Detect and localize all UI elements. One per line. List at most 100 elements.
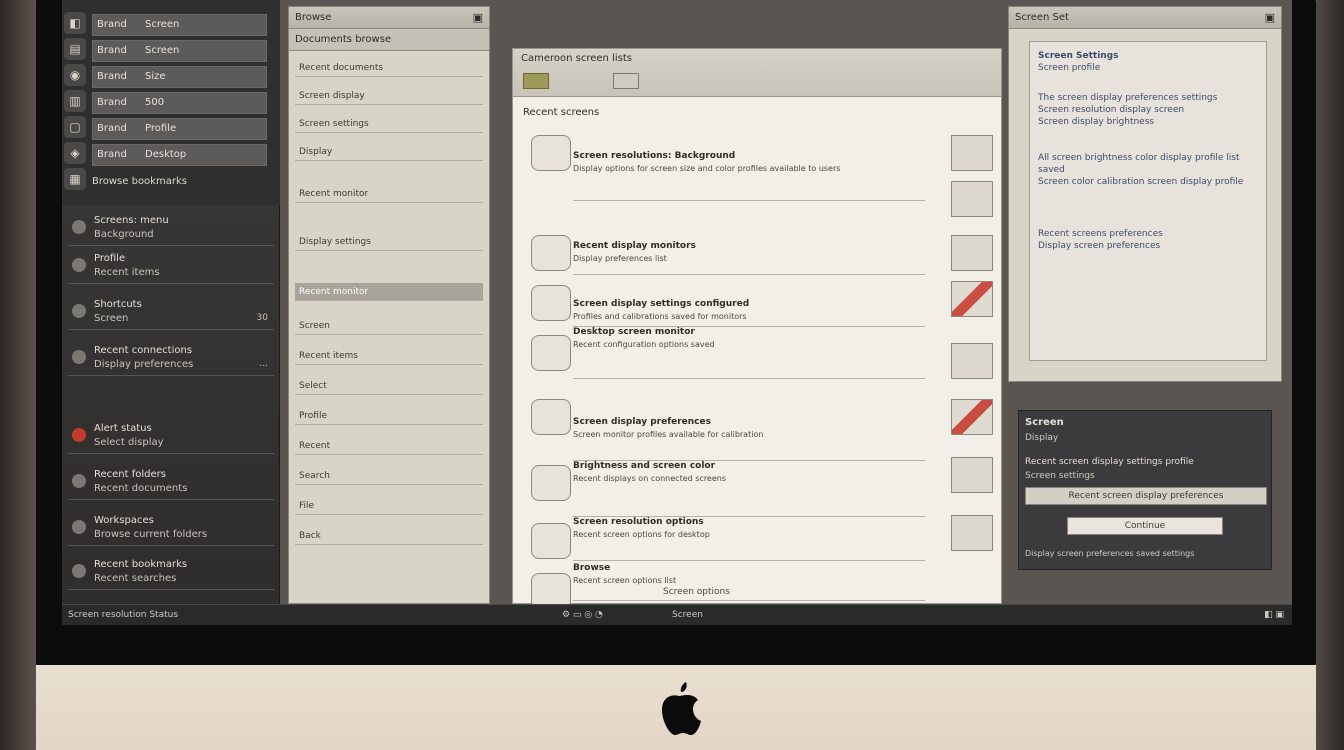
dock-tool-icon[interactable]: ◉	[64, 64, 86, 86]
alert-icon	[72, 428, 86, 442]
close-icon[interactable]: ▣	[1265, 7, 1275, 28]
list-item[interactable]: Screens: menu Background	[68, 212, 274, 246]
list-item[interactable]: Recent	[295, 437, 483, 455]
item-icon	[72, 350, 86, 364]
list-item[interactable]: Recent documents	[295, 59, 483, 77]
left-dock: ◧ ▤ ◉ ▥ ▢ ◈ ▦ Brand Screen Brand Screen Br…	[62, 0, 280, 625]
dock-footer: Browse bookmarks	[92, 176, 187, 187]
dock-row[interactable]: Brand Screen	[92, 14, 267, 36]
list-item[interactable]: Recent bookmarks Recent searches	[68, 556, 274, 590]
item-thumbnail-icon[interactable]	[531, 235, 571, 271]
dock-tool-icon[interactable]: ◈	[64, 142, 86, 164]
table-row[interactable]: Browse Recent screen options list	[573, 563, 925, 601]
dock-row[interactable]: Brand Desktop	[92, 144, 267, 166]
item-thumbnail-icon[interactable]	[531, 285, 571, 321]
list-item[interactable]: Profile Recent items	[68, 250, 274, 284]
dock-row[interactable]: Brand Screen	[92, 40, 267, 62]
taskbar: Screen resolution Status ⚙ ▭ ◎ ◔ Screen …	[62, 604, 1292, 625]
table-row[interactable]: Screen resolutions: Background Display op…	[573, 151, 925, 201]
list-item[interactable]: Recent folders Recent documents	[68, 466, 274, 500]
table-row[interactable]: Brightness and screen color Recent displa…	[573, 461, 925, 517]
taskbar-center-label: Screen	[672, 610, 703, 620]
dock-top: ◧ ▤ ◉ ▥ ▢ ◈ ▦ Brand Screen Brand Screen Br…	[62, 0, 280, 205]
list-item[interactable]: Profile	[295, 407, 483, 425]
dock-row[interactable]: Brand Size	[92, 66, 267, 88]
continue-button[interactable]: Continue	[1067, 517, 1223, 535]
taskbar-left-label: Screen resolution Status	[68, 610, 179, 620]
list-item[interactable]: Search	[295, 467, 483, 485]
toolbar: Cameroon screen lists	[513, 49, 1001, 97]
item-icon	[72, 474, 86, 488]
tray-icons[interactable]: ◧ ▣	[1264, 605, 1284, 625]
list-item[interactable]: Screen	[295, 317, 483, 335]
dock-row[interactable]: Brand 500	[92, 92, 267, 114]
preview-thumbnail-icon[interactable]	[951, 343, 993, 379]
toolbar-title: Cameroon screen lists	[521, 53, 632, 64]
item-icon	[72, 564, 86, 578]
preview-thumbnail-icon[interactable]	[951, 135, 993, 171]
close-icon[interactable]: ▣	[473, 7, 483, 28]
list-item[interactable]: Display	[295, 143, 483, 161]
item-thumbnail-icon[interactable]	[531, 465, 571, 501]
preview-thumbnail-icon[interactable]	[951, 281, 993, 317]
pane-subheader: Documents browse	[289, 29, 489, 51]
dock-tools: ◧ ▤ ◉ ▥ ▢ ◈ ▦	[64, 12, 88, 194]
list-item[interactable]: Select	[295, 377, 483, 395]
list-item[interactable]: Back	[295, 527, 483, 545]
preview-thumbnail-icon[interactable]	[951, 457, 993, 493]
progress-bar: Recent screen display preferences	[1025, 487, 1267, 505]
dock-row[interactable]: Brand Profile	[92, 118, 267, 140]
pane-header: Screen Set ▣	[1009, 7, 1281, 29]
item-thumbnail-icon[interactable]	[531, 523, 571, 559]
apple-logo-icon	[662, 682, 701, 735]
section-header: Recent screens	[523, 107, 600, 118]
dock-tool-icon[interactable]: ▥	[64, 90, 86, 112]
list-item[interactable]: Recent connections Display preferences...	[68, 342, 274, 376]
dock-tool-icon[interactable]: ◧	[64, 12, 86, 34]
table-row[interactable]: Screen display preferences Screen monitor…	[573, 417, 925, 461]
taskbar-icons[interactable]: ⚙ ▭ ◎ ◔	[562, 605, 603, 625]
preview-thumbnail-icon[interactable]	[951, 181, 993, 217]
list-item[interactable]: Workspaces Browse current folders	[68, 512, 274, 546]
item-icon	[72, 520, 86, 534]
pane-header: Browse ▣	[289, 7, 489, 29]
dock-tool-icon[interactable]: ▢	[64, 116, 86, 138]
main-content: Cameroon screen lists Recent screens Scr…	[512, 48, 1002, 609]
settings-content: Screen Settings Screen profile The scree…	[1029, 41, 1267, 361]
preview-thumbnail-icon[interactable]	[951, 235, 993, 271]
screen: ◧ ▤ ◉ ▥ ▢ ◈ ▦ Brand Screen Brand Screen Br…	[62, 0, 1292, 625]
dialog-box: Screen Display Recent screen display set…	[1018, 410, 1272, 570]
list-item[interactable]: Alert status Select display	[68, 420, 274, 454]
item-thumbnail-icon[interactable]	[531, 399, 571, 435]
list-item[interactable]: Shortcuts Screen 30	[68, 296, 274, 330]
list-item[interactable]: File	[295, 497, 483, 515]
right-panel: Screen Set ▣ Screen Settings Screen profi…	[1008, 6, 1282, 382]
table-row[interactable]: Desktop screen monitor Recent configurati…	[573, 327, 925, 379]
item-icon	[72, 304, 86, 318]
list-item[interactable]: Display settings	[295, 233, 483, 251]
item-icon	[72, 258, 86, 272]
item-thumbnail-icon[interactable]	[531, 135, 571, 171]
list-item[interactable]: Recent items	[295, 347, 483, 365]
table-row[interactable]: Recent display monitors Display preferenc…	[573, 241, 925, 275]
item-thumbnail-icon[interactable]	[531, 335, 571, 371]
item-icon	[72, 220, 86, 234]
toolbar-button[interactable]	[523, 73, 549, 89]
status-text: Screen options	[663, 587, 730, 597]
browse-pane: Browse ▣ Documents browse Recent document…	[288, 6, 490, 604]
selected-row[interactable]: Recent monitor	[295, 283, 483, 301]
list-item[interactable]: Screen settings	[295, 115, 483, 133]
dock-tool-icon[interactable]: ▦	[64, 168, 86, 190]
preview-thumbnail-icon[interactable]	[951, 515, 993, 551]
table-row[interactable]: Screen display settings configured Profil…	[573, 299, 925, 327]
list-item[interactable]: Screen display	[295, 87, 483, 105]
list-item[interactable]: Recent monitor	[295, 185, 483, 203]
table-row[interactable]: Screen resolution options Recent screen o…	[573, 517, 925, 561]
preview-thumbnail-icon[interactable]	[951, 399, 993, 435]
dock-tool-icon[interactable]: ▤	[64, 38, 86, 60]
toolbar-button[interactable]	[613, 73, 639, 89]
wall-left	[0, 0, 36, 750]
